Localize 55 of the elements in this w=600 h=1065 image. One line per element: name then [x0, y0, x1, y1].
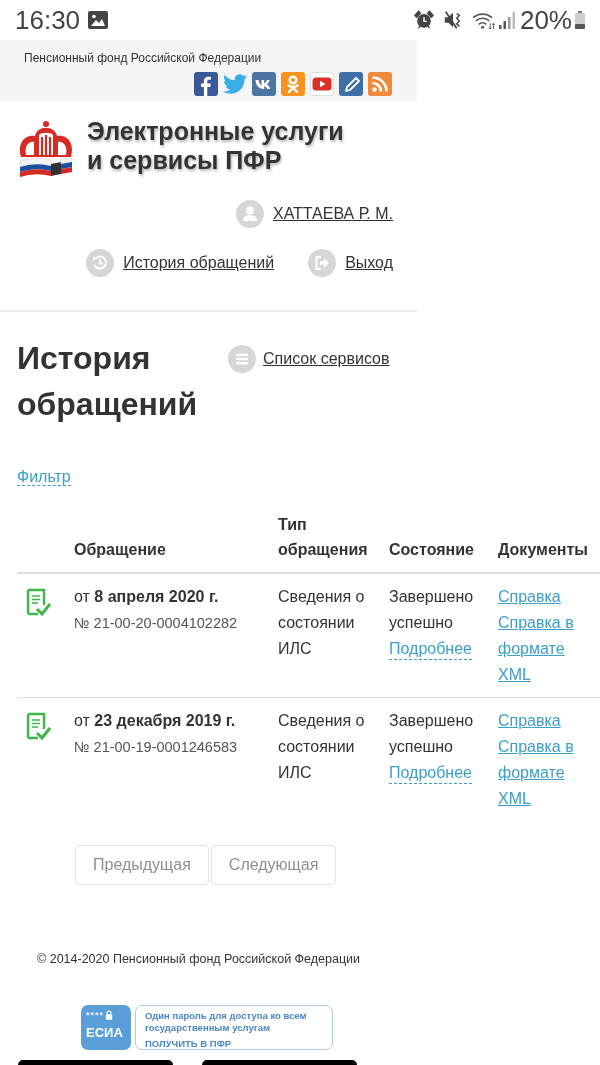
status-text: Завершено успешно: [389, 711, 475, 757]
esia-label: ЕСИА: [86, 1024, 124, 1042]
document-link[interactable]: Справка: [498, 708, 594, 734]
signal-icon: [497, 11, 516, 29]
esia-tile[interactable]: **** ЕСИА: [81, 1005, 131, 1050]
app-store-badge[interactable]: [202, 1060, 357, 1065]
battery-icon: [575, 11, 585, 29]
filter-link[interactable]: Фильтр: [17, 468, 71, 486]
esia-link[interactable]: ПОЛУЧИТЬ В ПФР: [145, 1038, 232, 1049]
details-link[interactable]: Подробнее: [389, 763, 472, 784]
lock-icon: [105, 1010, 113, 1020]
esia-description: Один пароль для доступа ко всем государственным услугам: [145, 1010, 308, 1033]
nav-link[interactable]: История обращений: [123, 254, 275, 272]
battery-percent: 20%: [519, 4, 572, 36]
list-icon[interactable]: [228, 345, 256, 373]
column-header: Состояние: [389, 541, 474, 558]
vk-icon[interactable]: [252, 72, 276, 96]
status-time: 16:30: [15, 4, 81, 36]
youtube-icon[interactable]: [310, 72, 334, 96]
twitter-icon[interactable]: [223, 72, 247, 96]
org-name: Пенсионный фонд Российской Федерации: [24, 51, 263, 65]
document-link[interactable]: Справка: [498, 584, 594, 610]
facebook-icon[interactable]: [194, 72, 218, 96]
copyright-text: © 2014-2020 Пенсионный фонд Российской Федерации: [37, 952, 361, 966]
nav-link[interactable]: Выход: [345, 254, 393, 272]
image-icon: [88, 11, 109, 29]
request-number: № 21-00-20-0004102282: [74, 614, 239, 633]
request-number: № 21-00-19-0001246583: [74, 738, 239, 757]
logout-icon[interactable]: [308, 249, 337, 277]
request-date: от 8 апреля 2020 г.: [74, 587, 220, 607]
services-link[interactable]: Список сервисов: [263, 350, 390, 368]
logo-icon: [17, 119, 75, 177]
page-title: История обращений: [17, 339, 199, 424]
details-link[interactable]: Подробнее: [389, 639, 472, 660]
column-header: Обращение: [74, 541, 166, 558]
mute-vibrate-icon: [442, 10, 463, 30]
document-link[interactable]: Справка в формате XML: [498, 610, 594, 688]
alarm-icon: [413, 10, 434, 30]
request-type: Сведения о состоянии ИЛС: [278, 588, 365, 657]
wifi-icon: [471, 10, 495, 30]
history-icon[interactable]: [86, 249, 115, 277]
user-icon: [235, 200, 264, 228]
status-text: Завершено успешно: [389, 587, 475, 633]
password-mask: ****: [86, 1010, 104, 1020]
document-link[interactable]: Справка в формате XML: [498, 734, 594, 812]
column-header: Документы: [498, 541, 588, 558]
rss-icon[interactable]: [368, 72, 392, 96]
column-header: Тип обращения: [278, 516, 368, 558]
request-date: от 23 декабря 2019 г.: [74, 711, 237, 731]
user-name-link[interactable]: ХАТТАЕВА Р. М.: [272, 205, 393, 223]
pencil-icon[interactable]: [339, 72, 363, 96]
app-store-badge[interactable]: [18, 1060, 173, 1065]
odnoklassniki-icon[interactable]: [281, 72, 305, 96]
request-type: Сведения о состоянии ИЛС: [278, 712, 365, 781]
site-title: Электронные услуги и сервисы ПФР: [87, 117, 344, 175]
